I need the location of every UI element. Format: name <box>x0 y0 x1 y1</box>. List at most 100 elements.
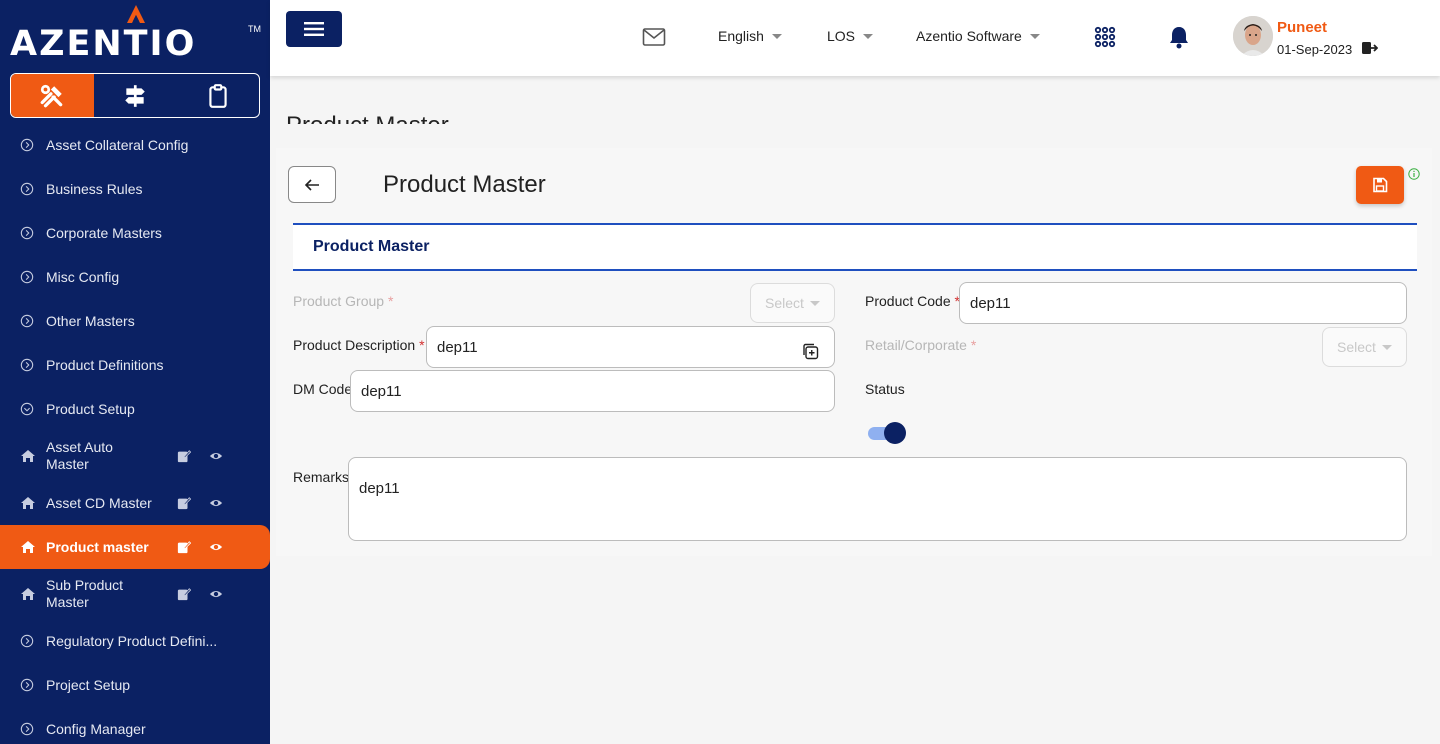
user-name: Puneet <box>1277 19 1328 36</box>
sidebar-item-project-setup[interactable]: Project Setup <box>0 663 270 707</box>
sidebar-item-asset-collateral-config[interactable]: Asset Collateral Config <box>0 123 270 167</box>
sidebar-item-regulatory-product-definitions[interactable]: Regulatory Product Defini... <box>0 619 270 663</box>
circle-chevron-right-icon <box>20 182 34 196</box>
sidebar-item-product-master[interactable]: Product master <box>0 525 270 569</box>
sidebar-item-label: Asset CD Master <box>46 495 152 511</box>
copy-add-icon[interactable] <box>802 343 819 360</box>
sidebar-item-label: Product Setup <box>46 401 135 417</box>
house-icon <box>21 541 35 553</box>
edit-icon[interactable] <box>177 540 191 554</box>
sidebar-item-other-masters[interactable]: Other Masters <box>0 299 270 343</box>
clipboard-icon <box>209 83 227 108</box>
circle-chevron-right-icon <box>20 722 34 736</box>
sidebar-item-label: Asset Collateral Config <box>46 137 189 153</box>
sidebar-item-asset-auto-master[interactable]: Asset Auto Master <box>0 431 270 481</box>
tab-configuration[interactable] <box>11 74 94 117</box>
sidebar-item-product-setup[interactable]: Product Setup <box>0 387 270 431</box>
product-description-field[interactable]: dep11 <box>426 326 835 368</box>
circle-chevron-right-icon <box>20 314 34 328</box>
sidebar-item-label: Business Rules <box>46 181 143 197</box>
sidebar-item-label: Other Masters <box>46 313 135 329</box>
product-group-label: Product Group * <box>293 293 394 309</box>
apps-grid-icon[interactable] <box>1094 26 1116 48</box>
dm-code-field[interactable]: dep11 <box>350 370 835 412</box>
sidebar-menu: Asset Collateral Config Business Rules C… <box>0 123 270 744</box>
company-label: Azentio Software <box>916 28 1022 44</box>
logo-trademark: TM <box>248 24 261 34</box>
page-heading: Product Master <box>286 112 449 124</box>
sidebar-item-label: Project Setup <box>46 677 131 693</box>
remarks-textarea[interactable]: dep11 <box>348 457 1407 541</box>
logout-icon[interactable] <box>1362 41 1378 55</box>
retail-corporate-select[interactable]: Select <box>1322 327 1407 367</box>
row-actions <box>177 587 223 601</box>
top-bar: English LOS Azentio Software Puneet 01-S… <box>270 0 1440 76</box>
logo-text: AZENTIO <box>10 24 197 64</box>
user-avatar[interactable] <box>1233 16 1273 56</box>
circle-chevron-down-icon <box>20 402 34 416</box>
view-icon[interactable] <box>209 587 223 601</box>
tab-tasks[interactable] <box>176 74 259 117</box>
azentio-logo[interactable]: AZENTIO TM <box>10 4 265 64</box>
section-header: Product Master <box>293 223 1417 271</box>
notification-bell-icon[interactable] <box>1168 25 1190 49</box>
company-dropdown[interactable]: Azentio Software <box>916 28 1040 44</box>
module-dropdown[interactable]: LOS <box>827 28 874 44</box>
back-button[interactable] <box>288 166 336 203</box>
sidebar-item-asset-cd-master[interactable]: Asset CD Master <box>0 481 270 525</box>
module-label: LOS <box>827 28 856 44</box>
view-icon[interactable] <box>209 496 223 510</box>
sidebar: AZENTIO TM Asset Collateral Config Busin… <box>0 0 270 744</box>
page-heading-strip: Product Master <box>270 100 1440 124</box>
sidebar-item-business-rules[interactable]: Business Rules <box>0 167 270 211</box>
section-title: Product Master <box>313 238 430 255</box>
house-icon <box>21 497 35 509</box>
chevron-down-icon <box>1381 344 1392 350</box>
house-icon <box>21 588 35 600</box>
arrow-left-icon <box>304 178 319 191</box>
chevron-down-icon <box>809 300 820 306</box>
chevron-down-icon <box>1029 33 1040 39</box>
info-icon[interactable] <box>1408 168 1420 180</box>
view-icon[interactable] <box>209 540 223 554</box>
circle-chevron-right-icon <box>20 358 34 372</box>
sidebar-item-label: Regulatory Product Defini... <box>46 633 218 649</box>
sidebar-item-misc-config[interactable]: Misc Config <box>0 255 270 299</box>
row-actions <box>177 540 223 554</box>
product-code-field[interactable]: dep11 <box>959 282 1407 324</box>
sidebar-item-corporate-masters[interactable]: Corporate Masters <box>0 211 270 255</box>
language-dropdown[interactable]: English <box>718 28 782 44</box>
sidebar-item-label: Config Manager <box>46 721 146 737</box>
row-actions <box>177 496 223 510</box>
sidebar-item-label: Corporate Masters <box>46 225 162 241</box>
circle-chevron-right-icon <box>20 226 34 240</box>
sidebar-item-product-definitions[interactable]: Product Definitions <box>0 343 270 387</box>
sidebar-item-sub-product-master[interactable]: Sub Product Master <box>0 569 270 619</box>
circle-chevron-right-icon <box>20 270 34 284</box>
logo-flame-icon <box>127 5 145 23</box>
product-group-select[interactable]: Select <box>750 283 835 323</box>
retail-corporate-label: Retail/Corporate * <box>865 337 977 353</box>
circle-chevron-right-icon <box>20 678 34 692</box>
circle-chevron-right-icon <box>20 138 34 152</box>
mail-icon[interactable] <box>642 27 666 47</box>
sidebar-item-config-manager[interactable]: Config Manager <box>0 707 270 744</box>
chevron-down-icon <box>863 33 874 39</box>
tools-icon <box>40 84 63 107</box>
menu-toggle-button[interactable] <box>286 11 342 47</box>
view-icon[interactable] <box>209 449 223 463</box>
save-button[interactable] <box>1356 166 1404 204</box>
sidebar-item-label: Sub Product Master <box>46 577 124 610</box>
sidebar-item-label: Misc Config <box>46 269 120 285</box>
edit-icon[interactable] <box>177 496 191 510</box>
circle-chevron-right-icon <box>20 634 34 648</box>
toggle-knob <box>884 422 906 444</box>
user-photo-icon <box>1233 16 1273 56</box>
tab-workflow[interactable] <box>94 74 177 117</box>
signpost-icon <box>125 84 145 107</box>
status-toggle[interactable] <box>868 422 906 444</box>
edit-icon[interactable] <box>177 587 191 601</box>
edit-icon[interactable] <box>177 449 191 463</box>
page-title: Product Master <box>383 171 546 198</box>
session-date: 01-Sep-2023 <box>1277 42 1353 57</box>
